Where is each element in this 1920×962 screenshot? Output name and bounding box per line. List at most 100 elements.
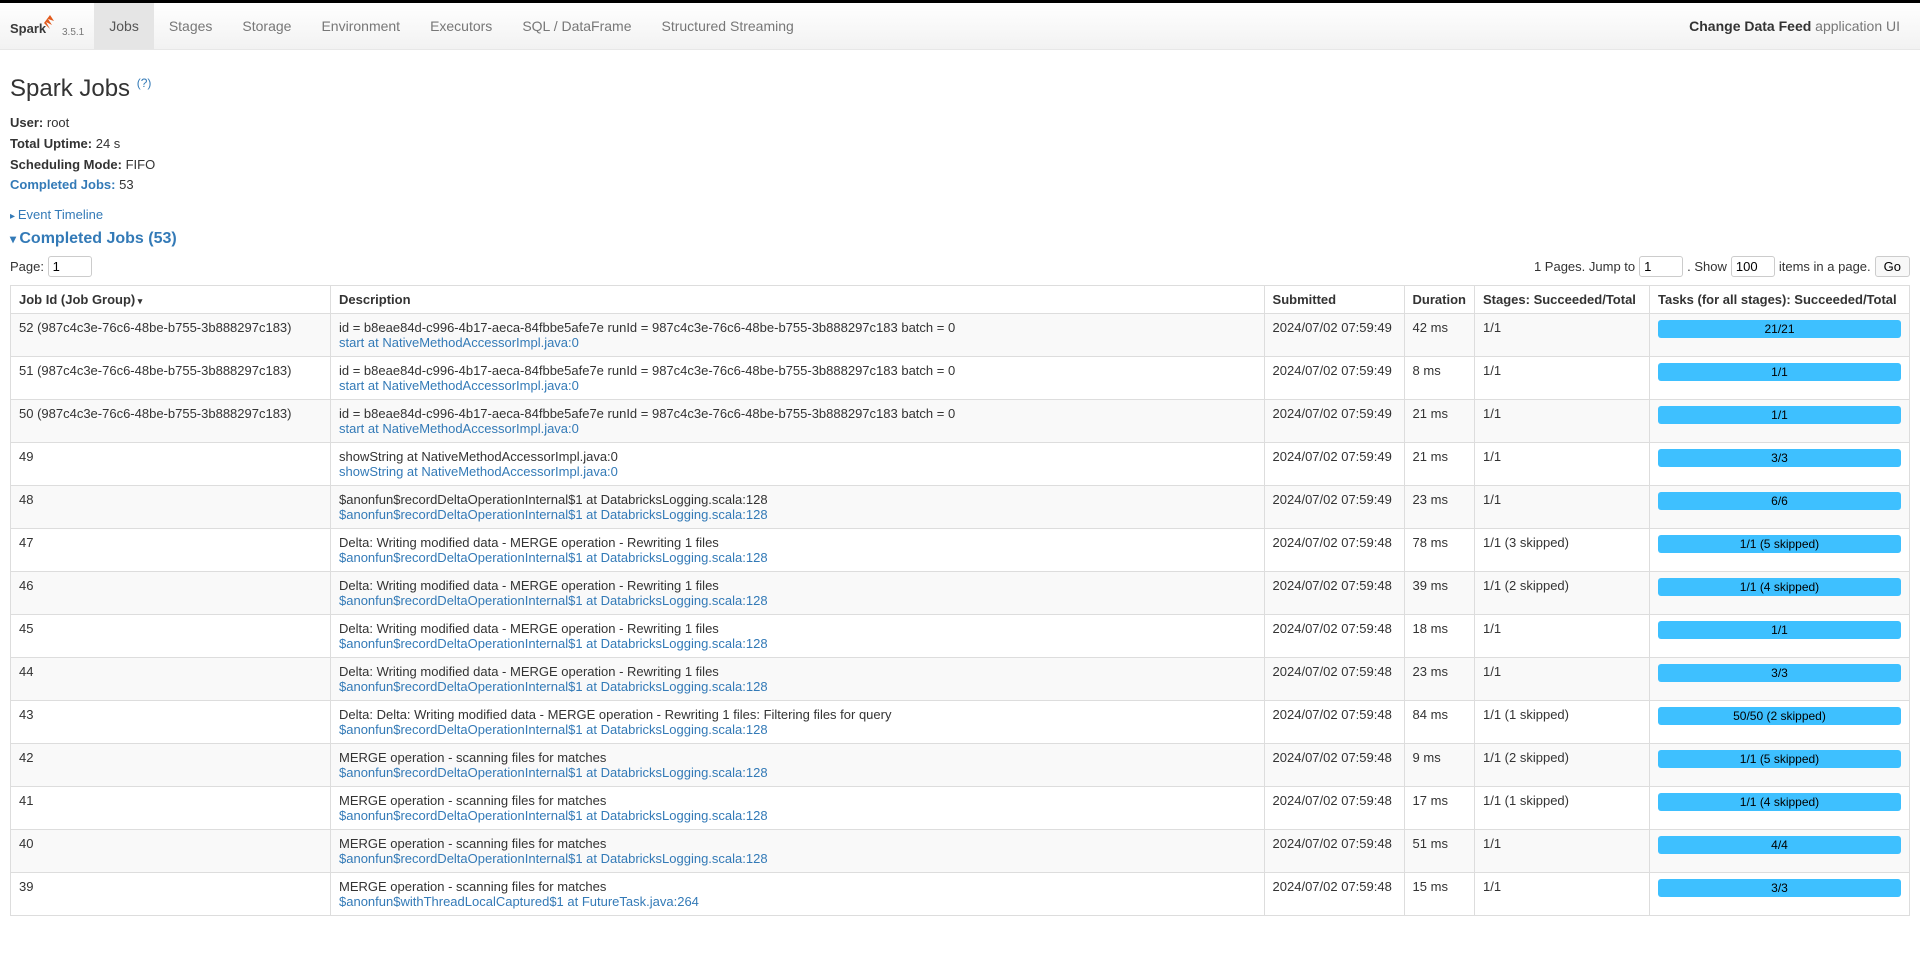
description-link[interactable]: start at NativeMethodAccessorImpl.java:0	[339, 335, 579, 350]
description-link[interactable]: $anonfun$recordDeltaOperationInternal$1 …	[339, 507, 768, 522]
job-id-cell: 46	[11, 572, 331, 615]
description-link[interactable]: $anonfun$recordDeltaOperationInternal$1 …	[339, 550, 768, 565]
nav-tab-stages[interactable]: Stages	[154, 3, 228, 49]
stages-cell: 1/1	[1475, 486, 1650, 529]
table-row: 49showString at NativeMethodAccessorImpl…	[11, 443, 1910, 486]
description-text: Delta: Writing modified data - MERGE ope…	[339, 578, 1256, 593]
description-text: Delta: Writing modified data - MERGE ope…	[339, 621, 1256, 636]
duration-cell: 18 ms	[1404, 615, 1474, 658]
stages-cell: 1/1 (3 skipped)	[1475, 529, 1650, 572]
description-link[interactable]: start at NativeMethodAccessorImpl.java:0	[339, 378, 579, 393]
col-stages[interactable]: Stages: Succeeded/Total	[1475, 286, 1650, 314]
description-link[interactable]: $anonfun$recordDeltaOperationInternal$1 …	[339, 851, 768, 866]
tasks-cell: 3/3	[1650, 658, 1910, 701]
table-row: 46 Delta: Writing modified data - MERGE o…	[11, 572, 1910, 615]
table-row: 45 Delta: Writing modified data - MERGE o…	[11, 615, 1910, 658]
event-timeline-toggle[interactable]: Event Timeline	[10, 207, 103, 222]
description-link[interactable]: $anonfun$recordDeltaOperationInternal$1 …	[339, 765, 768, 780]
items-input[interactable]	[1731, 256, 1775, 277]
table-row: 50 (987c4c3e-76c6-48be-b755-3b888297c183…	[11, 400, 1910, 443]
table-row: 48 $anonfun$recordDeltaOperationInternal$…	[11, 486, 1910, 529]
submitted-cell: 2024/07/02 07:59:48	[1264, 744, 1404, 787]
duration-cell: 23 ms	[1404, 658, 1474, 701]
stages-cell: 1/1	[1475, 873, 1650, 916]
tasks-cell: 21/21	[1650, 314, 1910, 357]
description-cell: MERGE operation - scanning files for mat…	[331, 787, 1265, 830]
description-text: MERGE operation - scanning files for mat…	[339, 879, 1256, 894]
table-row: 47 Delta: Writing modified data - MERGE o…	[11, 529, 1910, 572]
duration-cell: 21 ms	[1404, 400, 1474, 443]
page-input[interactable]	[48, 256, 92, 277]
nav-tab-sql-dataframe[interactable]: SQL / DataFrame	[507, 3, 646, 49]
nav-tab-structured-streaming[interactable]: Structured Streaming	[647, 3, 809, 49]
page-label: Page:	[10, 259, 44, 274]
description-link[interactable]: $anonfun$recordDeltaOperationInternal$1 …	[339, 808, 768, 823]
description-text: MERGE operation - scanning files for mat…	[339, 836, 1256, 851]
progress-bar: 1/1 (4 skipped)	[1658, 793, 1901, 811]
stages-cell: 1/1 (2 skipped)	[1475, 572, 1650, 615]
stages-cell: 1/1	[1475, 443, 1650, 486]
nav-tab-environment[interactable]: Environment	[306, 3, 415, 49]
description-text: id = b8eae84d-c996-4b17-aeca-84fbbe5afe7…	[339, 406, 1256, 421]
spark-version: 3.5.1	[62, 27, 84, 41]
stages-cell: 1/1 (2 skipped)	[1475, 744, 1650, 787]
stages-cell: 1/1 (1 skipped)	[1475, 787, 1650, 830]
stages-cell: 1/1	[1475, 615, 1650, 658]
tasks-cell: 50/50 (2 skipped)	[1650, 701, 1910, 744]
summary-list: User: root Total Uptime: 24 s Scheduling…	[10, 113, 1910, 196]
submitted-cell: 2024/07/02 07:59:49	[1264, 357, 1404, 400]
sched-value: FIFO	[126, 157, 156, 172]
duration-cell: 21 ms	[1404, 443, 1474, 486]
completed-jobs-header[interactable]: Completed Jobs (53)	[10, 230, 177, 248]
description-cell: MERGE operation - scanning files for mat…	[331, 744, 1265, 787]
job-id-cell: 50 (987c4c3e-76c6-48be-b755-3b888297c183…	[11, 400, 331, 443]
submitted-cell: 2024/07/02 07:59:49	[1264, 443, 1404, 486]
stages-cell: 1/1	[1475, 400, 1650, 443]
col-description[interactable]: Description	[331, 286, 1265, 314]
description-link[interactable]: $anonfun$recordDeltaOperationInternal$1 …	[339, 636, 768, 651]
progress-bar: 1/1 (5 skipped)	[1658, 535, 1901, 553]
description-cell: MERGE operation - scanning files for mat…	[331, 873, 1265, 916]
job-id-cell: 47	[11, 529, 331, 572]
content: Spark Jobs (?) User: root Total Uptime: …	[0, 50, 1920, 926]
table-row: 51 (987c4c3e-76c6-48be-b755-3b888297c183…	[11, 357, 1910, 400]
description-link[interactable]: $anonfun$recordDeltaOperationInternal$1 …	[339, 679, 768, 694]
go-button[interactable]: Go	[1875, 256, 1910, 277]
tasks-cell: 1/1 (4 skipped)	[1650, 787, 1910, 830]
progress-bar: 1/1	[1658, 406, 1901, 424]
progress-bar: 1/1	[1658, 621, 1901, 639]
job-id-cell: 45	[11, 615, 331, 658]
help-link[interactable]: (?)	[137, 76, 152, 90]
job-id-cell: 48	[11, 486, 331, 529]
completed-jobs-link[interactable]: Completed Jobs:	[10, 177, 115, 192]
nav-tab-jobs[interactable]: Jobs	[94, 3, 154, 49]
nav-tab-executors[interactable]: Executors	[415, 3, 507, 49]
description-text: Delta: Writing modified data - MERGE ope…	[339, 535, 1256, 550]
description-link[interactable]: $anonfun$withThreadLocalCaptured$1 at Fu…	[339, 894, 699, 909]
description-link[interactable]: showString at NativeMethodAccessorImpl.j…	[339, 464, 618, 479]
nav-tab-storage[interactable]: Storage	[227, 3, 306, 49]
job-id-cell: 42	[11, 744, 331, 787]
brand[interactable]: Spark 3.5.1	[10, 11, 84, 41]
job-id-cell: 44	[11, 658, 331, 701]
description-link[interactable]: $anonfun$recordDeltaOperationInternal$1 …	[339, 593, 768, 608]
spark-logo-icon: Spark	[10, 11, 60, 41]
jobs-table: Job Id (Job Group) Description Submitted…	[10, 285, 1910, 916]
jump-input[interactable]	[1639, 256, 1683, 277]
show-label: . Show	[1687, 259, 1727, 274]
tasks-cell: 1/1	[1650, 400, 1910, 443]
description-link[interactable]: $anonfun$recordDeltaOperationInternal$1 …	[339, 722, 768, 737]
user-value: root	[47, 115, 69, 130]
progress-bar: 1/1 (4 skipped)	[1658, 578, 1901, 596]
col-submitted[interactable]: Submitted	[1264, 286, 1404, 314]
submitted-cell: 2024/07/02 07:59:48	[1264, 529, 1404, 572]
tasks-cell: 4/4	[1650, 830, 1910, 873]
table-row: 44Delta: Writing modified data - MERGE o…	[11, 658, 1910, 701]
col-tasks[interactable]: Tasks (for all stages): Succeeded/Total	[1650, 286, 1910, 314]
stages-cell: 1/1	[1475, 658, 1650, 701]
duration-cell: 78 ms	[1404, 529, 1474, 572]
col-duration[interactable]: Duration	[1404, 286, 1474, 314]
description-text: id = b8eae84d-c996-4b17-aeca-84fbbe5afe7…	[339, 320, 1256, 335]
description-link[interactable]: start at NativeMethodAccessorImpl.java:0	[339, 421, 579, 436]
col-job-id[interactable]: Job Id (Job Group)	[11, 286, 331, 314]
